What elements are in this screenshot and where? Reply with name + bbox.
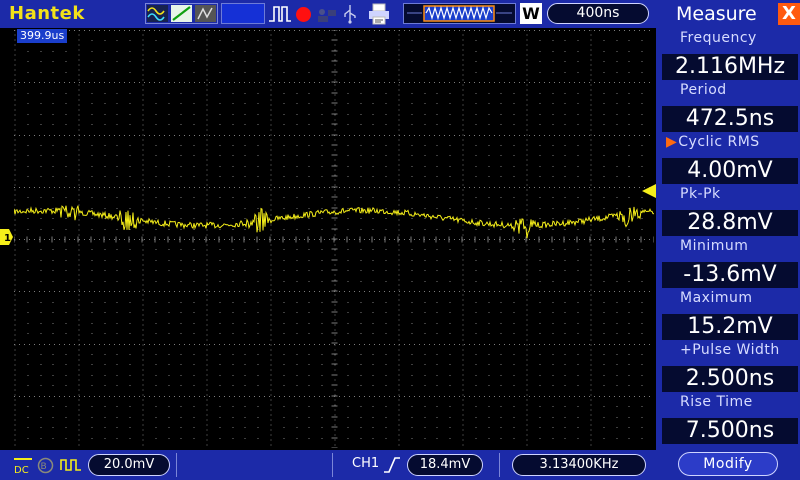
- ch1-marker[interactable]: 1: [0, 229, 13, 245]
- measure-label-pk-pk: Pk-Pk: [680, 186, 721, 202]
- measure-value-rise-time[interactable]: 7.500ns: [662, 418, 798, 444]
- waveform-timeline[interactable]: [403, 3, 516, 24]
- trigger-position-label[interactable]: 399.9us: [17, 29, 68, 43]
- graticule: [13, 29, 656, 449]
- measure-panel-header: Measure X: [658, 1, 800, 27]
- measure-label-rise-time: Rise Time: [680, 394, 753, 410]
- run-stop-icon[interactable]: [296, 7, 311, 22]
- close-button[interactable]: X: [778, 3, 800, 25]
- modify-button[interactable]: Modify: [678, 452, 778, 476]
- measure-label-cyclic-rms: ▶Cyclic RMS: [666, 134, 760, 150]
- measure-label-cyclic-rms-text: Cyclic RMS: [678, 134, 760, 150]
- print-icon[interactable]: [368, 3, 390, 25]
- measure-label-pulse-width: +Pulse Width: [680, 342, 780, 358]
- timebase-readout[interactable]: 400ns: [547, 3, 649, 24]
- dc-label: DC: [14, 465, 29, 476]
- measure-value-pulse-width[interactable]: 2.500ns: [662, 366, 798, 392]
- separator: [499, 453, 500, 477]
- selected-arrow-icon: ▶: [666, 134, 678, 150]
- measure-label-minimum: Minimum: [680, 238, 749, 254]
- svg-text:B: B: [41, 462, 47, 472]
- waveform-display[interactable]: [13, 29, 656, 449]
- status-box: [221, 3, 265, 24]
- measure-value-maximum[interactable]: 15.2mV: [662, 314, 798, 340]
- bandwidth-limit-icon[interactable]: B: [37, 457, 54, 474]
- bottom-status-bar: DC B 20.0mV CH1 18.4mV 3.13400KHz: [0, 450, 656, 480]
- dc-coupling-icon[interactable]: DC: [13, 456, 33, 476]
- ch1-marker-label: 1: [4, 233, 11, 244]
- trigger-channel-label: CH1: [352, 456, 380, 471]
- wave-select-icon[interactable]: [147, 5, 168, 22]
- display-mode-group[interactable]: [145, 3, 218, 24]
- brand-logo: Hantek: [9, 3, 85, 24]
- top-toolbar: Hantek W 400ns: [0, 0, 656, 28]
- measure-label-period: Period: [680, 82, 727, 98]
- frequency-counter: 3.13400KHz: [512, 454, 646, 476]
- slope-icon[interactable]: [171, 5, 192, 22]
- grid-dots-path: [13, 29, 656, 449]
- measure-label-maximum: Maximum: [680, 290, 753, 306]
- measure-value-pk-pk[interactable]: 28.8mV: [662, 210, 798, 236]
- grid-dots: [13, 29, 656, 449]
- window-mode-badge[interactable]: W: [520, 3, 542, 24]
- usb-icon: [342, 4, 358, 24]
- rising-edge-icon[interactable]: [383, 456, 401, 474]
- measure-panel: Measure X Frequency 2.116MHz Period 472.…: [656, 0, 800, 480]
- probe-icon[interactable]: [60, 456, 82, 474]
- channel-volts-div[interactable]: 20.0mV: [88, 454, 170, 476]
- pulse-icon[interactable]: [268, 4, 292, 24]
- measure-label-frequency: Frequency: [680, 30, 757, 46]
- acquire-icon: [316, 6, 338, 24]
- measure-panel-title: Measure: [676, 3, 757, 25]
- measure-value-period[interactable]: 472.5ns: [662, 106, 798, 132]
- ch1-trace: [13, 205, 655, 239]
- measure-value-cyclic-rms[interactable]: 4.00mV: [662, 158, 798, 184]
- separator: [176, 453, 177, 477]
- measure-value-frequency[interactable]: 2.116MHz: [662, 54, 798, 80]
- separator: [332, 453, 333, 477]
- trigger-level-readout[interactable]: 18.4mV: [407, 454, 483, 476]
- measure-value-minimum[interactable]: -13.6mV: [662, 262, 798, 288]
- persist-icon[interactable]: [195, 5, 216, 22]
- trigger-level-marker[interactable]: [640, 183, 656, 198]
